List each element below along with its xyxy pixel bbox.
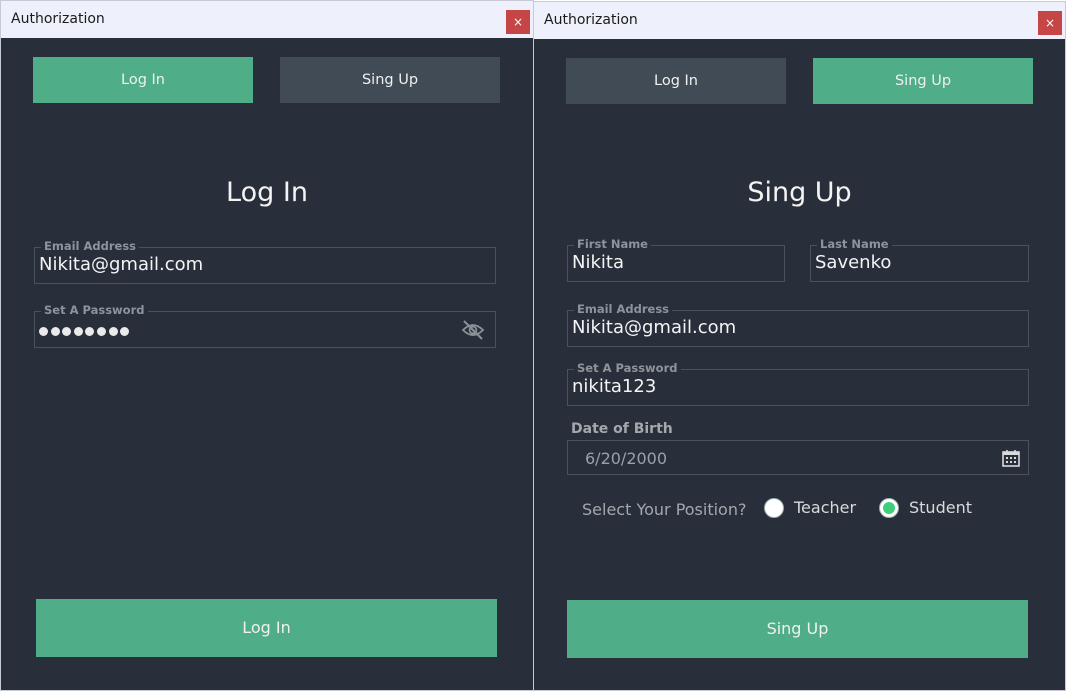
eye-off-icon[interactable]	[461, 320, 485, 340]
password-mask-dot	[62, 327, 72, 336]
calendar-icon[interactable]	[1002, 449, 1020, 467]
email-value: Nikita@gmail.com	[39, 254, 204, 275]
first-name-field[interactable]: First Name Nikita	[567, 238, 785, 282]
radio-teacher-label: Teacher	[794, 498, 857, 517]
tab-login[interactable]: Log In	[566, 58, 786, 104]
login-window: Authorization × Log In Sing Up Log In Em…	[0, 0, 534, 691]
close-button[interactable]: ×	[506, 10, 530, 34]
dob-value: 6/20/2000	[585, 449, 668, 468]
radio-teacher-circle[interactable]	[764, 498, 784, 518]
tab-signup[interactable]: Sing Up	[813, 58, 1033, 104]
email-field[interactable]: Email Address Nikita@gmail.com	[34, 240, 496, 284]
first-name-value: Nikita	[572, 252, 624, 273]
title-bar[interactable]: Authorization	[1, 1, 533, 38]
password-field[interactable]: Set A Password nikita123	[567, 362, 1029, 406]
password-mask-dot	[39, 327, 48, 336]
password-mask-dot	[120, 327, 130, 336]
email-label: Email Address	[41, 240, 140, 253]
window-title: Authorization	[544, 12, 638, 28]
password-label: Set A Password	[574, 362, 681, 375]
tab-login[interactable]: Log In	[33, 57, 253, 103]
first-name-label: First Name	[574, 238, 651, 251]
password-mask-dot	[85, 327, 95, 336]
radio-teacher[interactable]: Teacher	[764, 498, 864, 520]
signup-submit-button[interactable]: Sing Up	[567, 600, 1028, 658]
password-mask-dot	[50, 327, 60, 336]
password-field[interactable]: Set A Password	[34, 304, 496, 348]
password-mask	[39, 321, 132, 340]
close-button[interactable]: ×	[1038, 11, 1062, 35]
email-field[interactable]: Email Address Nikita@gmail.com	[567, 303, 1029, 347]
title-bar[interactable]: Authorization	[534, 2, 1065, 39]
email-value: Nikita@gmail.com	[572, 317, 737, 338]
password-mask-dot	[73, 327, 83, 336]
window-title: Authorization	[11, 11, 105, 27]
position-question: Select Your Position?	[582, 500, 747, 519]
page-title: Log In	[226, 177, 308, 208]
tab-signup[interactable]: Sing Up	[280, 57, 500, 103]
password-value: nikita123	[572, 376, 657, 397]
password-mask-dot	[96, 327, 106, 336]
radio-student-circle[interactable]	[879, 498, 899, 518]
email-label: Email Address	[574, 303, 673, 316]
dob-picker[interactable]: 6/20/2000	[567, 440, 1029, 475]
last-name-value: Savenko	[815, 252, 892, 273]
dob-label: Date of Birth	[571, 421, 673, 437]
last-name-field[interactable]: Last Name Savenko	[810, 238, 1029, 282]
radio-student[interactable]: Student	[879, 498, 979, 520]
password-mask-dot	[108, 327, 118, 336]
signup-window: Authorization × Log In Sing Up Sing Up F…	[533, 1, 1066, 691]
page-title: Sing Up	[747, 177, 852, 208]
radio-student-label: Student	[909, 498, 972, 517]
password-label: Set A Password	[41, 304, 148, 317]
login-submit-button[interactable]: Log In	[36, 599, 497, 657]
last-name-label: Last Name	[817, 238, 892, 251]
radio-selected-dot	[883, 502, 895, 514]
